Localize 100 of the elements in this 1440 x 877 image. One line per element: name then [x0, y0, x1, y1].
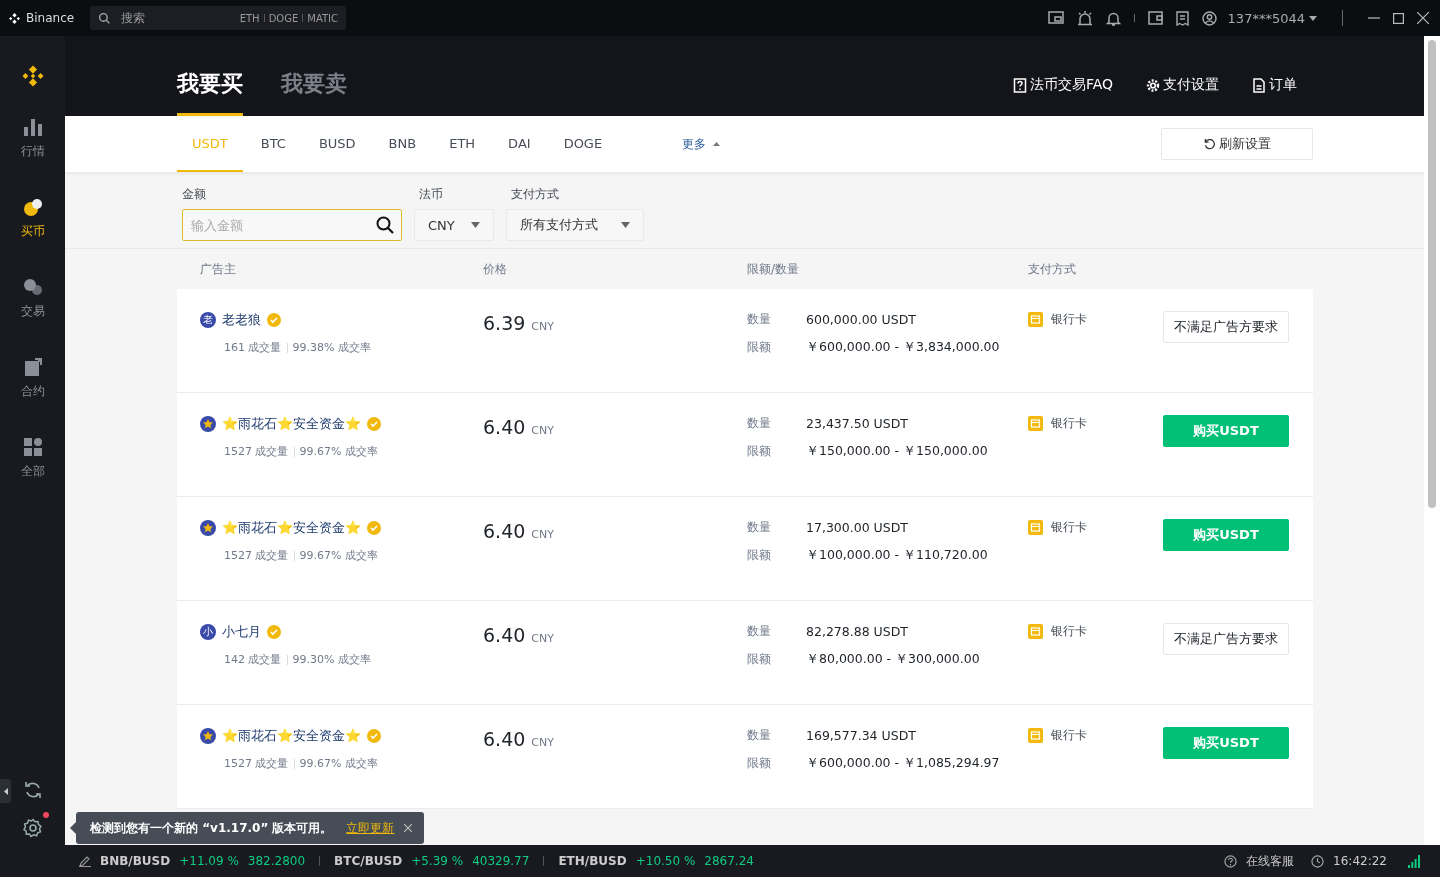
search-hint[interactable]: MATIC: [307, 12, 338, 24]
trade-side-tab[interactable]: 我要卖: [281, 69, 347, 116]
asset-tab[interactable]: BUSD: [303, 116, 371, 172]
price-currency: CNY: [531, 528, 554, 541]
ticker-pair[interactable]: ETH/BUSD: [558, 854, 627, 868]
search-bar[interactable]: 搜索 ETH DOGE MATIC: [90, 6, 346, 30]
asset-tab[interactable]: DOGE: [548, 116, 618, 172]
scrollbar-thumb[interactable]: [1428, 40, 1436, 508]
header-link[interactable]: 订单: [1252, 76, 1297, 116]
receipt-icon[interactable]: [1175, 10, 1189, 26]
quantity-label: 数量: [747, 415, 772, 432]
ticker-change: +5.39 %: [411, 854, 464, 868]
asset-tab[interactable]: ETH: [434, 116, 491, 172]
price-value: 6.40: [483, 520, 526, 542]
trade-count: 142 成交量: [224, 652, 282, 667]
header-link[interactable]: 法币交易FAQ: [1012, 76, 1113, 116]
ticker-pair[interactable]: BTC/BUSD: [334, 854, 403, 868]
advertiser-link[interactable]: 老老狼: [222, 311, 261, 329]
trade-count: 1527 成交量: [224, 444, 289, 459]
limit-value: ￥600,000.00 - ￥3,834,000.00: [806, 339, 1001, 356]
clock-time: 16:42:22: [1333, 854, 1387, 868]
search-hint[interactable]: ETH: [239, 12, 260, 24]
account-menu[interactable]: 137***5044: [1227, 10, 1317, 26]
header-link[interactable]: 支付设置: [1146, 76, 1219, 116]
grid-icon: [21, 436, 44, 458]
asset-tab[interactable]: BTC: [245, 116, 301, 172]
quantity-value: 169,577.34 USDT: [806, 728, 917, 743]
advertiser-link[interactable]: ⭐雨花石⭐安全资金⭐: [222, 415, 361, 433]
price-currency: CNY: [531, 632, 554, 645]
caret-icon: [713, 142, 721, 146]
asset-tab[interactable]: BNB: [373, 116, 432, 172]
sidebar-item[interactable]: 买币: [20, 196, 45, 276]
sidebar-item[interactable]: 行情: [20, 116, 45, 196]
advertiser-link[interactable]: ⭐雨花石⭐安全资金⭐: [222, 519, 361, 537]
signal-icon: [1408, 854, 1420, 868]
refresh-icon[interactable]: [22, 780, 43, 800]
limit-label: 限额: [747, 651, 772, 668]
update-now-link[interactable]: 立即更新: [346, 819, 395, 837]
price-currency: CNY: [531, 424, 554, 437]
online-support-link[interactable]: 在线客服: [1246, 852, 1295, 870]
star-avatar-icon: [200, 520, 216, 536]
price-value: 6.39: [483, 312, 526, 334]
quantity-value: 600,000.00 USDT: [806, 312, 917, 327]
bank-card-icon: [1028, 312, 1043, 327]
close-icon[interactable]: [1417, 12, 1429, 24]
sidebar-item[interactable]: 全部: [20, 436, 45, 516]
sidebar-item[interactable]: 合约: [20, 356, 45, 436]
quantity-label: 数量: [747, 623, 772, 640]
payment-method: 银行卡: [1051, 311, 1087, 328]
refresh-settings-button[interactable]: 刷新设置: [1161, 128, 1313, 160]
ticker-pair[interactable]: BNB/BUSD: [100, 854, 171, 868]
caret-icon: [621, 222, 630, 228]
limit-label: 限额: [747, 443, 772, 460]
limit-value: ￥600,000.00 - ￥1,085,294.97: [806, 755, 1001, 772]
ticker-price: 382.2800: [247, 854, 306, 868]
bell-icon[interactable]: [1105, 10, 1121, 26]
asset-tab[interactable]: DAI: [493, 116, 546, 172]
update-message: 检测到您有一个新的 “v1.17.0” 版本可用。: [90, 819, 333, 837]
limit-label: 限额: [747, 755, 772, 772]
pencil-icon[interactable]: [79, 855, 91, 867]
quantity-label: 数量: [747, 311, 772, 328]
column-header: 支付方式: [1028, 260, 1077, 278]
sidebar-item[interactable]: 交易: [20, 276, 45, 356]
requirement-not-met-button[interactable]: 不满足广告方要求: [1163, 623, 1289, 655]
payment-method: 银行卡: [1051, 519, 1087, 536]
alarm-icon[interactable]: [1076, 10, 1093, 26]
payment-method: 银行卡: [1051, 415, 1087, 432]
search-field[interactable]: 搜索: [119, 10, 232, 26]
user-icon[interactable]: [1201, 10, 1217, 26]
column-header: 限额/数量: [747, 260, 801, 278]
bar-chart-icon: [21, 116, 44, 138]
help-icon: [1224, 854, 1238, 868]
ticker-price: 2867.24: [704, 854, 754, 868]
refresh-icon: [1203, 138, 1215, 150]
avatar: 小: [200, 624, 216, 640]
quantity-value: 23,437.50 USDT: [806, 416, 909, 431]
limit-label: 限额: [747, 339, 772, 356]
price-value: 6.40: [483, 728, 526, 750]
wallet-icon[interactable]: [1147, 11, 1163, 25]
coins-icon: [21, 196, 44, 218]
limit-value: ￥100,000.00 - ￥110,720.00: [806, 547, 989, 564]
maximize-icon[interactable]: [1393, 12, 1404, 24]
window-icon[interactable]: [1047, 11, 1064, 25]
settings-icon[interactable]: [22, 818, 43, 838]
advertiser-link[interactable]: ⭐雨花石⭐安全资金⭐: [222, 727, 361, 745]
fiat-dropdown[interactable]: CNY: [414, 209, 494, 241]
payment-method: 银行卡: [1051, 623, 1087, 640]
search-icon: [376, 216, 394, 234]
close-icon[interactable]: [404, 824, 413, 832]
more-dropdown[interactable]: 更多: [682, 135, 721, 153]
quantity-value: 17,300.00 USDT: [806, 520, 909, 535]
amount-field[interactable]: 输入金额: [182, 209, 402, 241]
completion-rate: 99.67% 成交率: [299, 756, 378, 771]
logo-icon: [8, 11, 21, 25]
search-hint[interactable]: DOGE: [268, 12, 299, 24]
collapse-button[interactable]: [0, 779, 11, 803]
advertiser-link[interactable]: 小七月: [222, 623, 261, 641]
requirement-not-met-button[interactable]: 不满足广告方要求: [1163, 311, 1289, 343]
payment-dropdown[interactable]: 所有支付方式: [506, 209, 644, 241]
document-icon: [1252, 77, 1266, 93]
